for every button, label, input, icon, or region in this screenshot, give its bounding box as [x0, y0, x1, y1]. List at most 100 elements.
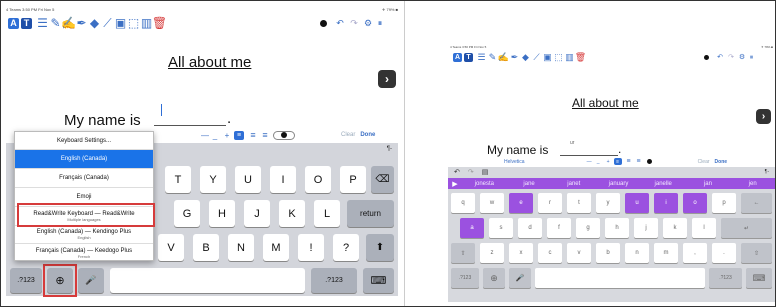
more-icon[interactable]: ⏸ — [377, 18, 383, 28]
line-icon[interactable]: ⟋ — [531, 52, 542, 62]
eraser-icon[interactable]: ◆ — [88, 17, 101, 30]
audio-icon[interactable]: ▥ — [564, 52, 575, 62]
globe-key[interactable]: ⊕ — [483, 268, 505, 288]
prediction-1[interactable]: jonesta — [462, 181, 507, 187]
backspace-key[interactable]: ← — [741, 193, 772, 213]
align-left-icon[interactable]: ≡ — [234, 130, 244, 140]
indent-minus-button[interactable]: — — [200, 131, 210, 140]
crop-icon[interactable]: ⬚ — [553, 52, 564, 62]
indent-plus-button[interactable]: + — [603, 159, 614, 165]
trash-icon[interactable]: 🗑 — [575, 52, 586, 62]
key-u[interactable]: u — [625, 193, 649, 213]
next-page-button[interactable]: › — [378, 70, 396, 88]
key-g[interactable]: G — [174, 200, 200, 227]
dictation-key[interactable]: 🎤 — [509, 268, 531, 288]
align-center-icon[interactable]: ≡ — [247, 130, 259, 140]
image-icon[interactable]: ▣ — [542, 52, 553, 62]
key-y[interactable]: y — [596, 193, 620, 213]
font-name-label[interactable]: Helvetica — [504, 159, 525, 165]
backspace-key[interactable]: ⌫ — [371, 166, 394, 193]
key-comma[interactable]: , — [683, 243, 707, 263]
clear-button[interactable]: Clear — [341, 132, 355, 138]
align-center-icon[interactable]: ≡ — [624, 158, 634, 165]
prediction-7[interactable]: jen — [730, 181, 775, 187]
menu-item-english-kendingo[interactable]: English (Canada) — Kendingo Plus English — [15, 226, 153, 244]
shift-key[interactable]: ⬆ — [366, 234, 394, 261]
pilcrow-icon[interactable]: ¶- — [387, 146, 392, 152]
prediction-2[interactable]: jane — [507, 181, 552, 187]
record-icon[interactable] — [704, 54, 709, 60]
prediction-5[interactable]: janelle — [641, 181, 686, 187]
numbers-key-right[interactable]: .?123 — [311, 268, 357, 293]
key-z[interactable]: z — [480, 243, 504, 263]
settings-icon[interactable]: ⚙ — [738, 54, 746, 61]
marker-icon[interactable]: ✒ — [75, 17, 88, 30]
key-r[interactable]: r — [538, 193, 562, 213]
key-v[interactable]: V — [158, 234, 184, 261]
key-k[interactable]: K — [279, 200, 305, 227]
settings-icon[interactable]: ⚙ — [363, 18, 373, 28]
key-g[interactable]: g — [576, 218, 600, 238]
key-f[interactable]: f — [547, 218, 571, 238]
undo-icon[interactable]: ↶ — [335, 18, 345, 28]
key-m[interactable]: M — [263, 234, 289, 261]
align-left-icon[interactable]: ≡ — [613, 158, 622, 165]
color-picker-icon[interactable] — [273, 130, 295, 140]
pen-icon[interactable]: ✍ — [61, 17, 76, 30]
key-h[interactable]: H — [209, 200, 235, 227]
key-question[interactable]: ? — [333, 234, 359, 261]
indent-plus-button[interactable]: + — [220, 131, 234, 140]
marker-icon[interactable]: ✒ — [509, 52, 520, 62]
key-d[interactable]: d — [518, 218, 542, 238]
key-j[interactable]: J — [244, 200, 270, 227]
done-button[interactable]: Done — [360, 132, 375, 138]
name-blank-line[interactable] — [154, 106, 226, 126]
image-icon[interactable]: ▣ — [114, 17, 127, 30]
pilcrow-icon[interactable]: ¶- — [765, 169, 769, 175]
key-u[interactable]: U — [235, 166, 261, 193]
eraser-icon[interactable]: ◆ — [520, 52, 531, 62]
key-x[interactable]: x — [509, 243, 533, 263]
key-a[interactable]: a — [460, 218, 484, 238]
key-n[interactable]: n — [625, 243, 649, 263]
shift-key-left[interactable]: ⇧ — [451, 243, 475, 263]
key-c[interactable]: c — [538, 243, 562, 263]
record-icon[interactable] — [320, 19, 327, 27]
clipboard-icon[interactable]: ▤ — [482, 168, 489, 176]
space-key[interactable] — [535, 268, 705, 288]
undo-icon[interactable]: ↶ — [716, 54, 724, 61]
key-q[interactable]: q — [451, 193, 475, 213]
color-picker-icon[interactable] — [646, 159, 652, 164]
key-period[interactable]: . — [712, 243, 736, 263]
prediction-6[interactable]: jan — [686, 181, 731, 187]
redo-icon[interactable]: ↷ — [727, 54, 735, 61]
key-e[interactable]: e — [509, 193, 533, 213]
menu-item-francais-keedogo[interactable]: Français (Canada) — Keedogo Plus French — [15, 244, 153, 262]
key-l[interactable]: l — [692, 218, 716, 238]
key-p[interactable]: P — [340, 166, 366, 193]
return-key[interactable]: return — [347, 200, 394, 227]
key-i[interactable]: I — [270, 166, 296, 193]
key-p[interactable]: p — [712, 193, 736, 213]
dismiss-keyboard-key[interactable]: ⌨ — [363, 268, 394, 293]
numbers-key-left[interactable]: .?123 — [451, 268, 479, 288]
redo-icon[interactable]: ↷ — [468, 168, 474, 176]
key-w[interactable]: w — [480, 193, 504, 213]
menu-item-english-canada[interactable]: English (Canada) — [15, 150, 153, 169]
key-y[interactable]: Y — [200, 166, 226, 193]
dictation-key[interactable]: 🎤 — [78, 268, 104, 293]
more-icon[interactable]: ⏸ — [749, 54, 754, 61]
return-key[interactable]: ↵ — [721, 218, 772, 238]
key-t[interactable]: T — [165, 166, 191, 193]
key-b[interactable]: B — [193, 234, 219, 261]
line-icon[interactable]: ⟋ — [101, 17, 114, 30]
pencil-icon[interactable]: ✎ — [487, 52, 498, 62]
key-exclaim[interactable]: ! — [298, 234, 324, 261]
text-a-icon[interactable]: A — [8, 17, 19, 29]
key-v[interactable]: v — [567, 243, 591, 263]
key-t[interactable]: t — [567, 193, 591, 213]
key-j[interactable]: j — [634, 218, 658, 238]
redo-icon[interactable]: ↷ — [349, 18, 359, 28]
prediction-4[interactable]: january — [596, 181, 641, 187]
dismiss-keyboard-key[interactable]: ⌨ — [746, 268, 772, 288]
